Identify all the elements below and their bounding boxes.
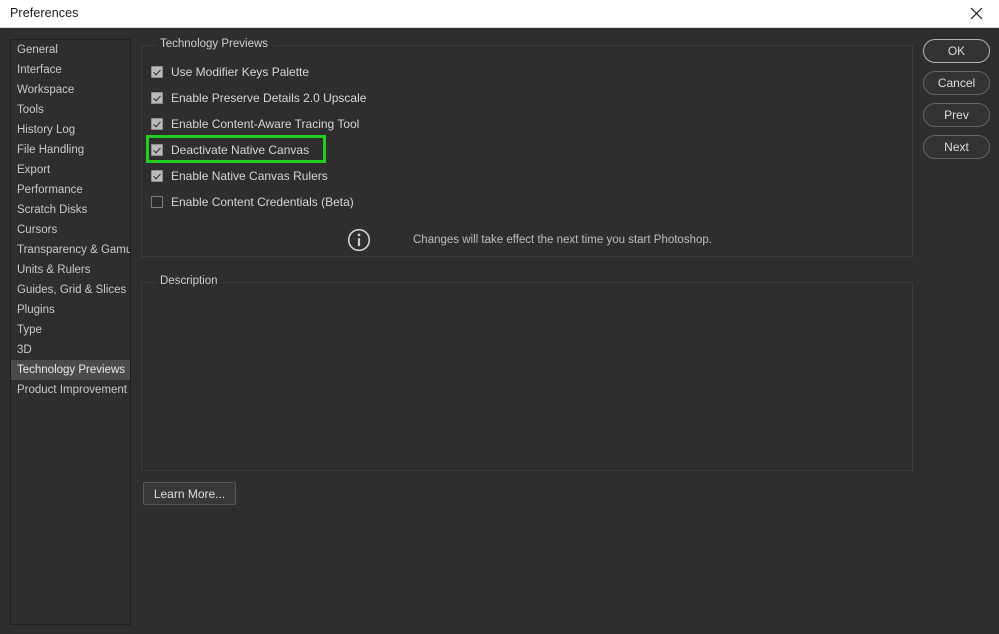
dialog-button-column: OK Cancel Prev Next [923, 39, 990, 167]
sidebar-item[interactable]: Technology Previews [11, 360, 130, 380]
title-bar: Preferences [0, 0, 999, 28]
preferences-dialog: Preferences General Interface Workspace Too… [0, 0, 999, 634]
sidebar-item[interactable]: Units & Rulers [11, 260, 130, 280]
checkbox-checked-icon[interactable] [151, 170, 163, 182]
sidebar-item[interactable]: Performance [11, 180, 130, 200]
preferences-category-list[interactable]: General Interface Workspace Tools History Lo… [10, 39, 131, 625]
restart-note-text: Changes will take effect the next time y… [413, 234, 712, 246]
checkbox-label: Enable Content-Aware Tracing Tool [171, 117, 360, 131]
checkbox-checked-icon[interactable] [151, 66, 163, 78]
sidebar-item[interactable]: Cursors [11, 220, 130, 240]
sidebar-item[interactable]: Interface [11, 60, 130, 80]
technology-previews-group: Technology Previews Use Modifier Keys Pa… [141, 38, 913, 257]
checkbox-row[interactable]: Enable Native Canvas Rulers [151, 165, 328, 187]
checkbox-row[interactable]: Deactivate Native Canvas [151, 139, 309, 161]
checkbox-label: Deactivate Native Canvas [171, 143, 310, 157]
sidebar-item[interactable]: Transparency & Gamut [11, 240, 130, 260]
prev-button[interactable]: Prev [923, 103, 990, 127]
cancel-button[interactable]: Cancel [923, 71, 990, 95]
checkbox-label: Enable Native Canvas Rulers [171, 169, 328, 183]
checkbox-checked-icon[interactable] [151, 92, 163, 104]
sidebar-item[interactable]: Guides, Grid & Slices [11, 280, 130, 300]
checkbox-row[interactable]: Enable Content-Aware Tracing Tool [151, 113, 359, 135]
learn-more-button[interactable]: Learn More... [143, 482, 236, 505]
checkbox-checked-icon[interactable] [151, 118, 163, 130]
description-group-title: Description [155, 275, 223, 287]
sidebar-item[interactable]: Product Improvement [11, 380, 130, 400]
description-group: Description [141, 275, 913, 471]
technology-previews-group-title: Technology Previews [155, 38, 274, 50]
next-button[interactable]: Next [923, 135, 990, 159]
window-title: Preferences [10, 6, 79, 20]
close-icon[interactable] [953, 0, 999, 26]
sidebar-item[interactable]: Workspace [11, 80, 130, 100]
sidebar-item[interactable]: General [11, 40, 130, 60]
checkbox-unchecked-icon[interactable] [151, 196, 163, 208]
sidebar-item[interactable]: History Log [11, 120, 130, 140]
sidebar-item[interactable]: Type [11, 320, 130, 340]
checkbox-row[interactable]: Enable Content Credentials (Beta) [151, 191, 354, 213]
sidebar-item[interactable]: 3D [11, 340, 130, 360]
checkbox-row[interactable]: Use Modifier Keys Palette [151, 61, 309, 83]
sidebar-item[interactable]: Export [11, 160, 130, 180]
checkbox-label: Use Modifier Keys Palette [171, 65, 310, 79]
sidebar-item[interactable]: Plugins [11, 300, 130, 320]
checkbox-row[interactable]: Enable Preserve Details 2.0 Upscale [151, 87, 366, 109]
checkbox-label: Enable Preserve Details 2.0 Upscale [171, 91, 367, 105]
sidebar-item[interactable]: Tools [11, 100, 130, 120]
sidebar-item[interactable]: Scratch Disks [11, 200, 130, 220]
checkbox-checked-icon[interactable] [151, 144, 163, 156]
sidebar-item[interactable]: File Handling [11, 140, 130, 160]
info-icon [347, 228, 371, 252]
ok-button[interactable]: OK [923, 39, 990, 63]
restart-note: Changes will take effect the next time y… [347, 228, 712, 252]
checkbox-label: Enable Content Credentials (Beta) [171, 195, 354, 209]
